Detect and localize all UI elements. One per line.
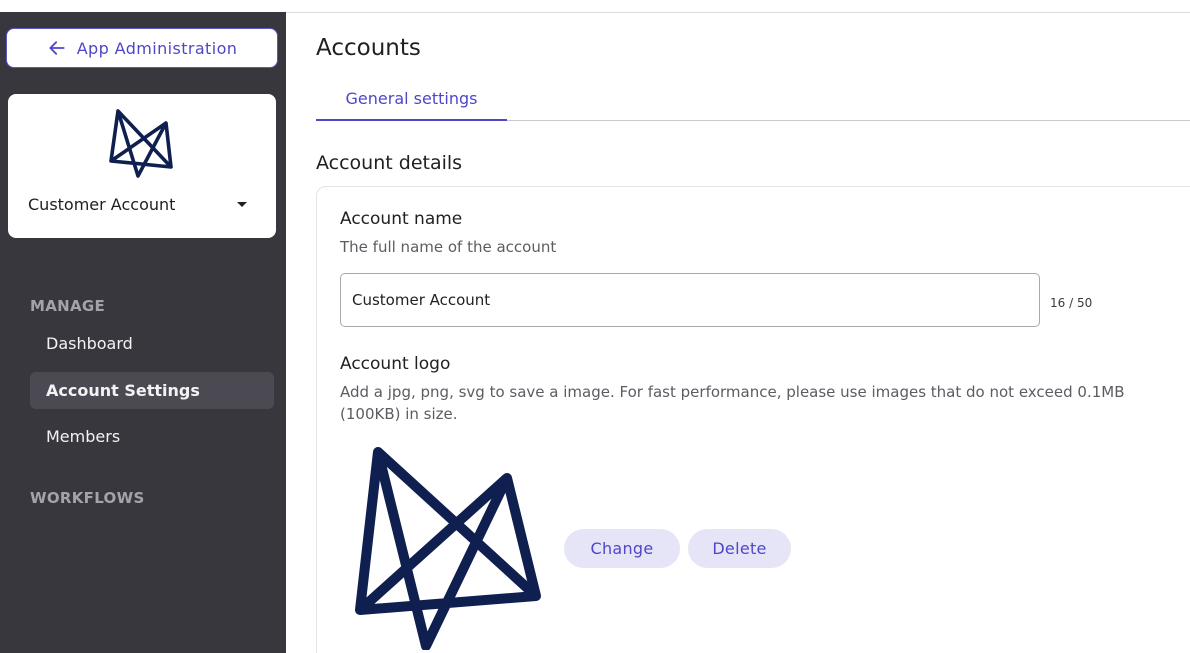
sidebar-item-members[interactable]: Members [30, 418, 274, 455]
account-logo-preview [355, 447, 541, 650]
account-name-label: Account name [340, 209, 463, 229]
sidebar-item-account-settings[interactable]: Account Settings [30, 372, 274, 409]
sidebar-item-label: Dashboard [46, 334, 133, 353]
account-name: Customer Account [28, 195, 176, 214]
account-name-input[interactable] [340, 273, 1040, 327]
sidebar-item-label: Members [46, 427, 121, 446]
section-label-workflows: WORKFLOWS [30, 489, 145, 507]
sidebar-item-dashboard[interactable]: Dashboard [30, 325, 274, 362]
back-to-app-administration-button[interactable]: App Administration [6, 28, 278, 68]
account-logo-icon [109, 109, 173, 178]
account-switcher[interactable]: Customer Account [8, 94, 276, 238]
top-bar [286, 0, 1190, 13]
back-button-label: App Administration [76, 38, 238, 58]
account-logo-label: Account logo [340, 354, 451, 374]
change-logo-button[interactable]: Change [564, 529, 680, 568]
delete-logo-button[interactable]: Delete [688, 529, 791, 568]
account-name-help: The full name of the account [340, 238, 557, 256]
character-counter: 16 / 50 [1050, 296, 1093, 310]
section-label-manage: MANAGE [30, 297, 106, 315]
account-logo-help: Add a jpg, png, svg to save a image. For… [340, 383, 1125, 423]
arrow-left-icon [49, 41, 65, 55]
section-title: Account details [316, 152, 463, 174]
page-title: Accounts [316, 35, 421, 61]
tab-bar: General settings [316, 84, 1190, 121]
sidebar: App Administration Customer Account MANA… [0, 12, 286, 653]
tab-general-settings[interactable]: General settings [316, 84, 507, 121]
caret-down-icon[interactable] [237, 202, 247, 207]
sidebar-item-label: Account Settings [46, 381, 200, 400]
